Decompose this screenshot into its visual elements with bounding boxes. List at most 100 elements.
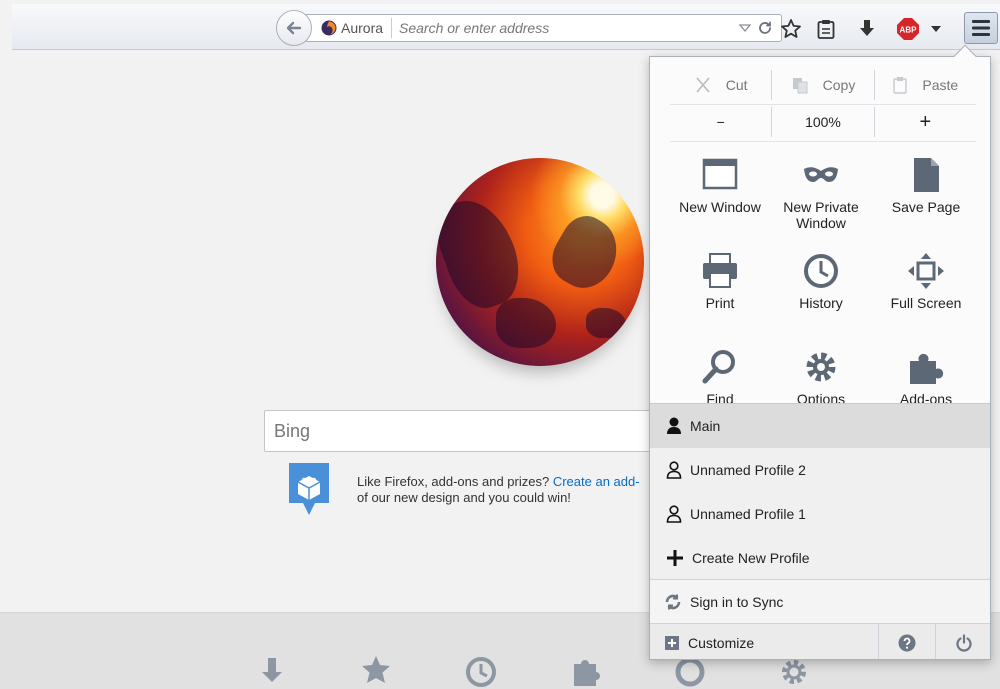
full-screen-button[interactable]: Full Screen [872, 251, 980, 343]
lego-badge-icon [289, 463, 329, 515]
snippet-link[interactable]: Create an add- [553, 474, 640, 489]
history-dropdown-button[interactable] [737, 18, 753, 38]
scissors-icon [696, 77, 710, 93]
firefox-globe-logo [436, 158, 644, 366]
help-button[interactable] [878, 624, 935, 659]
paste-label: Paste [922, 77, 959, 93]
adblock-button[interactable]: ABP [895, 16, 921, 42]
zoom-level: 100% [805, 114, 841, 130]
main-menu-panel: Cut Copy Paste − 100% + New Window New P… [649, 56, 991, 660]
sync-icon [665, 594, 681, 609]
gear-icon [806, 352, 836, 382]
bookmark-star-button[interactable] [778, 16, 804, 42]
sign-in-to-sync-button[interactable]: Sign in to Sync [650, 579, 990, 623]
downloads-button[interactable] [854, 16, 880, 42]
back-arrow-icon [286, 21, 302, 35]
profile-item-unnamed-1[interactable]: Unnamed Profile 1 [650, 492, 990, 536]
page-icon [914, 158, 939, 192]
find-label: Find [706, 391, 734, 403]
history-launcher-icon[interactable] [463, 652, 499, 688]
zoom-in-label: + [919, 110, 932, 133]
new-window-button[interactable]: New Window [666, 155, 774, 247]
aurora-logo-icon [321, 20, 337, 36]
zoom-reset-button[interactable]: 100% [771, 107, 873, 137]
addons-button[interactable]: Add-ons [872, 347, 980, 403]
user-filled-icon [667, 417, 681, 434]
url-bar[interactable]: Aurora [306, 14, 782, 42]
navigation-toolbar: Aurora ABP [12, 4, 1000, 50]
addons-launcher-icon[interactable] [568, 652, 604, 688]
help-icon [898, 634, 916, 651]
open-menu-button[interactable] [964, 12, 998, 44]
options-button[interactable]: Options [767, 347, 875, 403]
downloads-launcher-icon[interactable] [254, 652, 290, 688]
bookmarks-launcher-icon[interactable] [358, 652, 394, 688]
history-button[interactable]: History [767, 251, 875, 343]
star-icon [781, 19, 801, 38]
adblock-dropdown-button[interactable] [928, 16, 944, 42]
new-window-label: New Window [679, 199, 761, 215]
user-outline-icon [666, 461, 682, 479]
profile-list: Main Unnamed Profile 2 Unnamed Profile 1… [650, 403, 990, 580]
snippet-text: Like Firefox, add-ons and prizes? [357, 474, 553, 489]
profile-item-main[interactable]: Main [650, 404, 990, 448]
clock-icon [804, 254, 838, 288]
save-page-button[interactable]: Save Page [872, 155, 980, 247]
options-label: Options [796, 391, 846, 403]
zoom-out-button[interactable]: − [670, 107, 771, 137]
site-identity[interactable]: Aurora [321, 15, 383, 41]
fullscreen-icon [908, 253, 944, 289]
snippet-icon [286, 460, 332, 518]
plus-icon [667, 550, 683, 566]
reading-list-button[interactable] [813, 16, 839, 42]
search-input[interactable] [265, 411, 663, 451]
profile-label: Main [690, 418, 721, 434]
find-button[interactable]: Find [666, 347, 774, 403]
history-label: History [799, 295, 843, 311]
cut-label: Cut [725, 77, 748, 93]
reload-icon [759, 21, 771, 34]
customize-button[interactable]: Customize [650, 624, 878, 659]
dropdown-caret-icon [931, 26, 941, 32]
clipboard-icon [817, 20, 835, 39]
print-label: Print [705, 295, 735, 311]
cut-button[interactable]: Cut [670, 70, 771, 100]
window-icon [702, 158, 738, 190]
identity-label: Aurora [341, 20, 384, 36]
profile-label: Unnamed Profile 2 [690, 462, 806, 478]
back-button[interactable] [276, 10, 312, 46]
create-profile-label: Create New Profile [692, 550, 810, 566]
customize-label: Customize [688, 634, 755, 651]
bing-search-box[interactable] [264, 410, 664, 452]
save-page-label: Save Page [891, 199, 961, 215]
full-screen-label: Full Screen [890, 295, 962, 311]
paste-icon [893, 77, 908, 94]
quit-button[interactable] [935, 624, 990, 659]
zoom-in-button[interactable]: + [873, 107, 976, 137]
profile-item-unnamed-2[interactable]: Unnamed Profile 2 [650, 448, 990, 492]
address-input[interactable] [399, 16, 729, 40]
addons-label: Add-ons [899, 391, 953, 403]
magnifier-icon [702, 350, 735, 384]
copy-label: Copy [822, 77, 856, 93]
adblock-plus-icon: ABP [897, 18, 919, 40]
identity-separator [391, 18, 392, 38]
sync-label: Sign in to Sync [690, 593, 784, 610]
customize-plus-icon [665, 635, 679, 650]
copy-button[interactable]: Copy [771, 70, 873, 100]
paste-button[interactable]: Paste [873, 70, 976, 100]
print-button[interactable]: Print [666, 251, 774, 343]
reload-button[interactable] [755, 18, 775, 38]
menu-grid: New Window New Private Window Save Page … [650, 145, 990, 403]
create-new-profile-button[interactable]: Create New Profile [650, 536, 990, 580]
new-private-window-button[interactable]: New Private Window [767, 155, 875, 247]
menu-footer: Customize [650, 623, 990, 659]
printer-icon [703, 253, 737, 288]
user-outline-icon [666, 505, 682, 523]
download-arrow-icon [860, 20, 874, 36]
power-icon [956, 633, 972, 652]
svg-text:ABP: ABP [900, 26, 918, 35]
zoom-separator [670, 141, 976, 142]
dropdown-triangle-icon [739, 24, 751, 32]
snippet-message: Like Firefox, add-ons and prizes? Create… [357, 474, 657, 506]
